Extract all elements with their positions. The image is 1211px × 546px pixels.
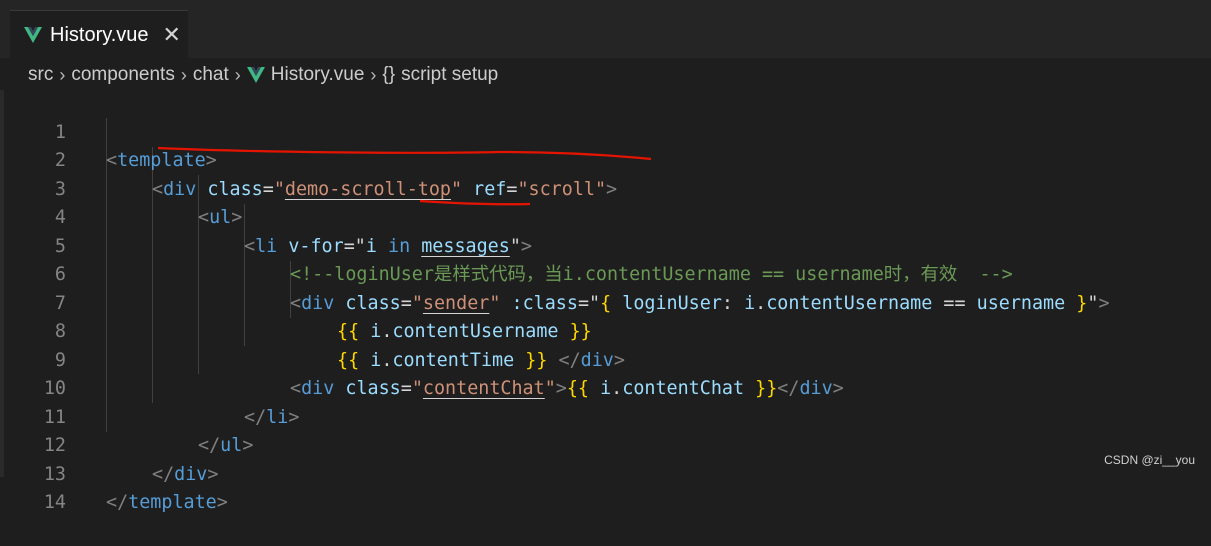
code-line: 4 <li v-for="i in messages">	[0, 176, 1211, 257]
code-line: 11 </ul>	[0, 375, 1211, 457]
braces-icon: {}	[382, 64, 396, 85]
code-line: 13 </template>	[0, 432, 1211, 514]
code-line: 10 </li>	[0, 347, 1211, 428]
breadcrumb-file[interactable]: History.vue	[271, 64, 365, 86]
code-line: 14	[0, 461, 1211, 513]
line-content: </template>	[106, 492, 228, 513]
chevron-right-icon: ›	[180, 64, 187, 85]
code-line: 3 <ul>	[0, 147, 1211, 229]
breadcrumb: src › components › chat › History.vue › …	[0, 58, 1211, 92]
code-editor[interactable]: 1 <template> 2 <div class="demo-scroll-t…	[0, 90, 1211, 514]
tab-history-vue[interactable]: History.vue ✕	[10, 10, 188, 59]
code-line: 1 <template>	[0, 90, 1211, 172]
vue-file-icon	[24, 27, 42, 43]
code-line: 12 </div>	[0, 404, 1211, 485]
breadcrumb-src[interactable]: src	[28, 64, 53, 86]
close-icon[interactable]: ✕	[163, 22, 181, 48]
chevron-right-icon: ›	[370, 64, 377, 85]
code-line: 9 <div class="contentChat">{{ i.contentC…	[0, 318, 1211, 400]
code-line: 6 <div class="sender" :class="{ loginUse…	[0, 233, 1211, 314]
code-line: 2 <div class="demo-scroll-top" ref="scro…	[0, 119, 1211, 200]
chevron-right-icon: ›	[234, 64, 241, 85]
line-number: 14	[43, 492, 66, 513]
vue-file-icon	[246, 67, 265, 83]
breadcrumb-components[interactable]: components	[71, 64, 175, 86]
code-line: 8 {{ i.contentTime }} </div>	[0, 290, 1211, 371]
chevron-right-icon: ›	[59, 64, 66, 85]
code-line: 7 {{ i.contentUsername }}	[0, 261, 1211, 343]
tab-title: History.vue	[50, 23, 149, 46]
watermark: CSDN @zi__you	[1104, 453, 1195, 467]
tab-bar: History.vue ✕	[0, 0, 1211, 59]
breadcrumb-chat[interactable]: chat	[193, 64, 229, 86]
code-line: 5 <!--loginUser是样式代码，当i.contentUsername …	[0, 204, 1211, 286]
breadcrumb-script-setup[interactable]: script setup	[401, 64, 498, 86]
